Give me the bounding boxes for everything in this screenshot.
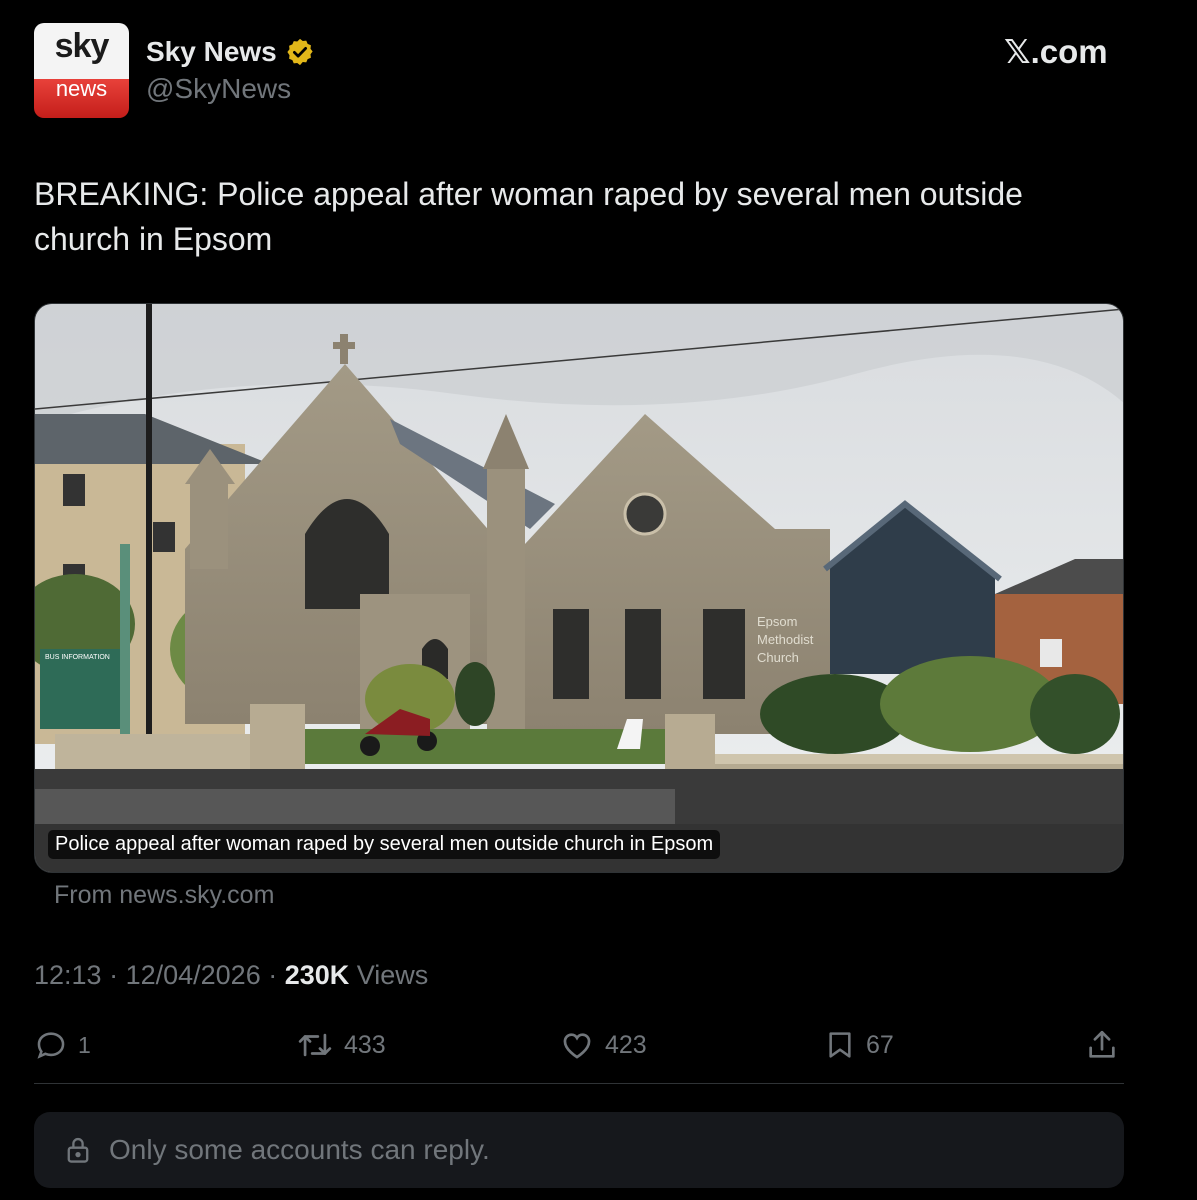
repost-count: 433 — [344, 1030, 386, 1059]
repost-button[interactable]: 433 — [296, 1025, 386, 1065]
like-icon — [563, 1033, 591, 1059]
sign-line-3: Church — [757, 650, 799, 665]
x-com-brand: 𝕏.com — [1004, 32, 1108, 71]
author-name-row[interactable]: Sky News — [146, 34, 315, 70]
brand-label: .com — [1030, 33, 1108, 70]
sign-line-1: Epsom — [757, 614, 797, 629]
tweet-text: BREAKING: Police appeal after woman rape… — [34, 176, 1023, 257]
link-card[interactable]: Epsom Methodist Church BUS INFORMATION P… — [34, 303, 1124, 873]
handle[interactable]: @SkyNews — [146, 73, 291, 105]
bus-board-label: BUS INFORMATION — [45, 654, 110, 661]
bookmark-count: 67 — [866, 1030, 894, 1059]
share-icon — [1089, 1030, 1115, 1058]
sign-line-2: Methodist — [757, 632, 814, 647]
bookmark-icon — [829, 1032, 851, 1058]
x-logo-icon: 𝕏 — [1004, 32, 1031, 71]
meta-separator: · — [101, 960, 126, 990]
meta-separator: · — [260, 960, 285, 990]
views-label: Views — [349, 960, 429, 990]
avatar-news-text: news — [55, 76, 108, 101]
like-button[interactable]: 423 — [559, 1025, 647, 1065]
avatar-sky-text: sky — [54, 27, 110, 65]
tweet-date[interactable]: 12/04/2026 — [126, 960, 261, 990]
reply-icon — [37, 1032, 65, 1059]
verified-badge-icon — [287, 38, 313, 66]
lock-icon — [67, 1137, 89, 1163]
repost-icon — [298, 1033, 332, 1057]
display-name[interactable]: Sky News — [146, 36, 277, 68]
reply-restriction-banner: Only some accounts can reply. — [34, 1112, 1124, 1188]
card-image: Epsom Methodist Church BUS INFORMATION — [35, 304, 1123, 872]
share-button[interactable] — [1085, 1025, 1119, 1065]
divider — [34, 1083, 1124, 1084]
views-count: 230K — [284, 960, 350, 990]
avatar[interactable]: sky news — [34, 23, 129, 118]
bookmark-button[interactable]: 67 — [824, 1025, 894, 1065]
card-caption: Police appeal after woman raped by sever… — [48, 830, 721, 859]
tweet-time[interactable]: 12:13 — [34, 960, 102, 990]
tweet-meta: 12:13 · 12/04/2026 · 230K Views — [34, 960, 428, 991]
reply-button[interactable]: 1 — [34, 1025, 91, 1065]
like-count: 423 — [605, 1030, 647, 1059]
reply-count: 1 — [78, 1031, 91, 1058]
reply-restriction-text: Only some accounts can reply. — [109, 1134, 490, 1165]
card-source[interactable]: From news.sky.com — [54, 881, 274, 910]
